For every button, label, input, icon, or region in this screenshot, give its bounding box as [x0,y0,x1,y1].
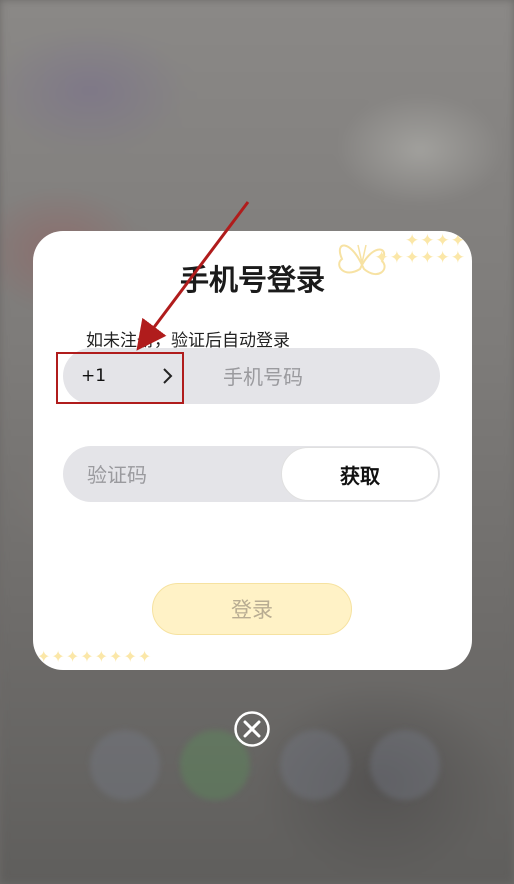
dialog-title: 手机号登录 [179,263,325,297]
close-circle-icon[interactable] [233,710,271,748]
login-button[interactable]: 登录 [152,583,352,635]
login-dialog: ✦✦✦✦ ✦✦✦✦✦✦ ✦✦✦✦✦✦✦✦ 手机号登录 如未注册，验证后自动登录 … [33,231,472,670]
annotation-highlight-box [56,352,184,404]
verification-code-input[interactable] [85,446,269,504]
phone-number-input[interactable] [221,348,425,406]
get-code-button[interactable]: 获取 [281,447,439,501]
sparkle-decoration-bottom: ✦✦✦✦✦✦✦✦ [37,647,153,666]
verification-code-field: 获取 [63,446,440,504]
